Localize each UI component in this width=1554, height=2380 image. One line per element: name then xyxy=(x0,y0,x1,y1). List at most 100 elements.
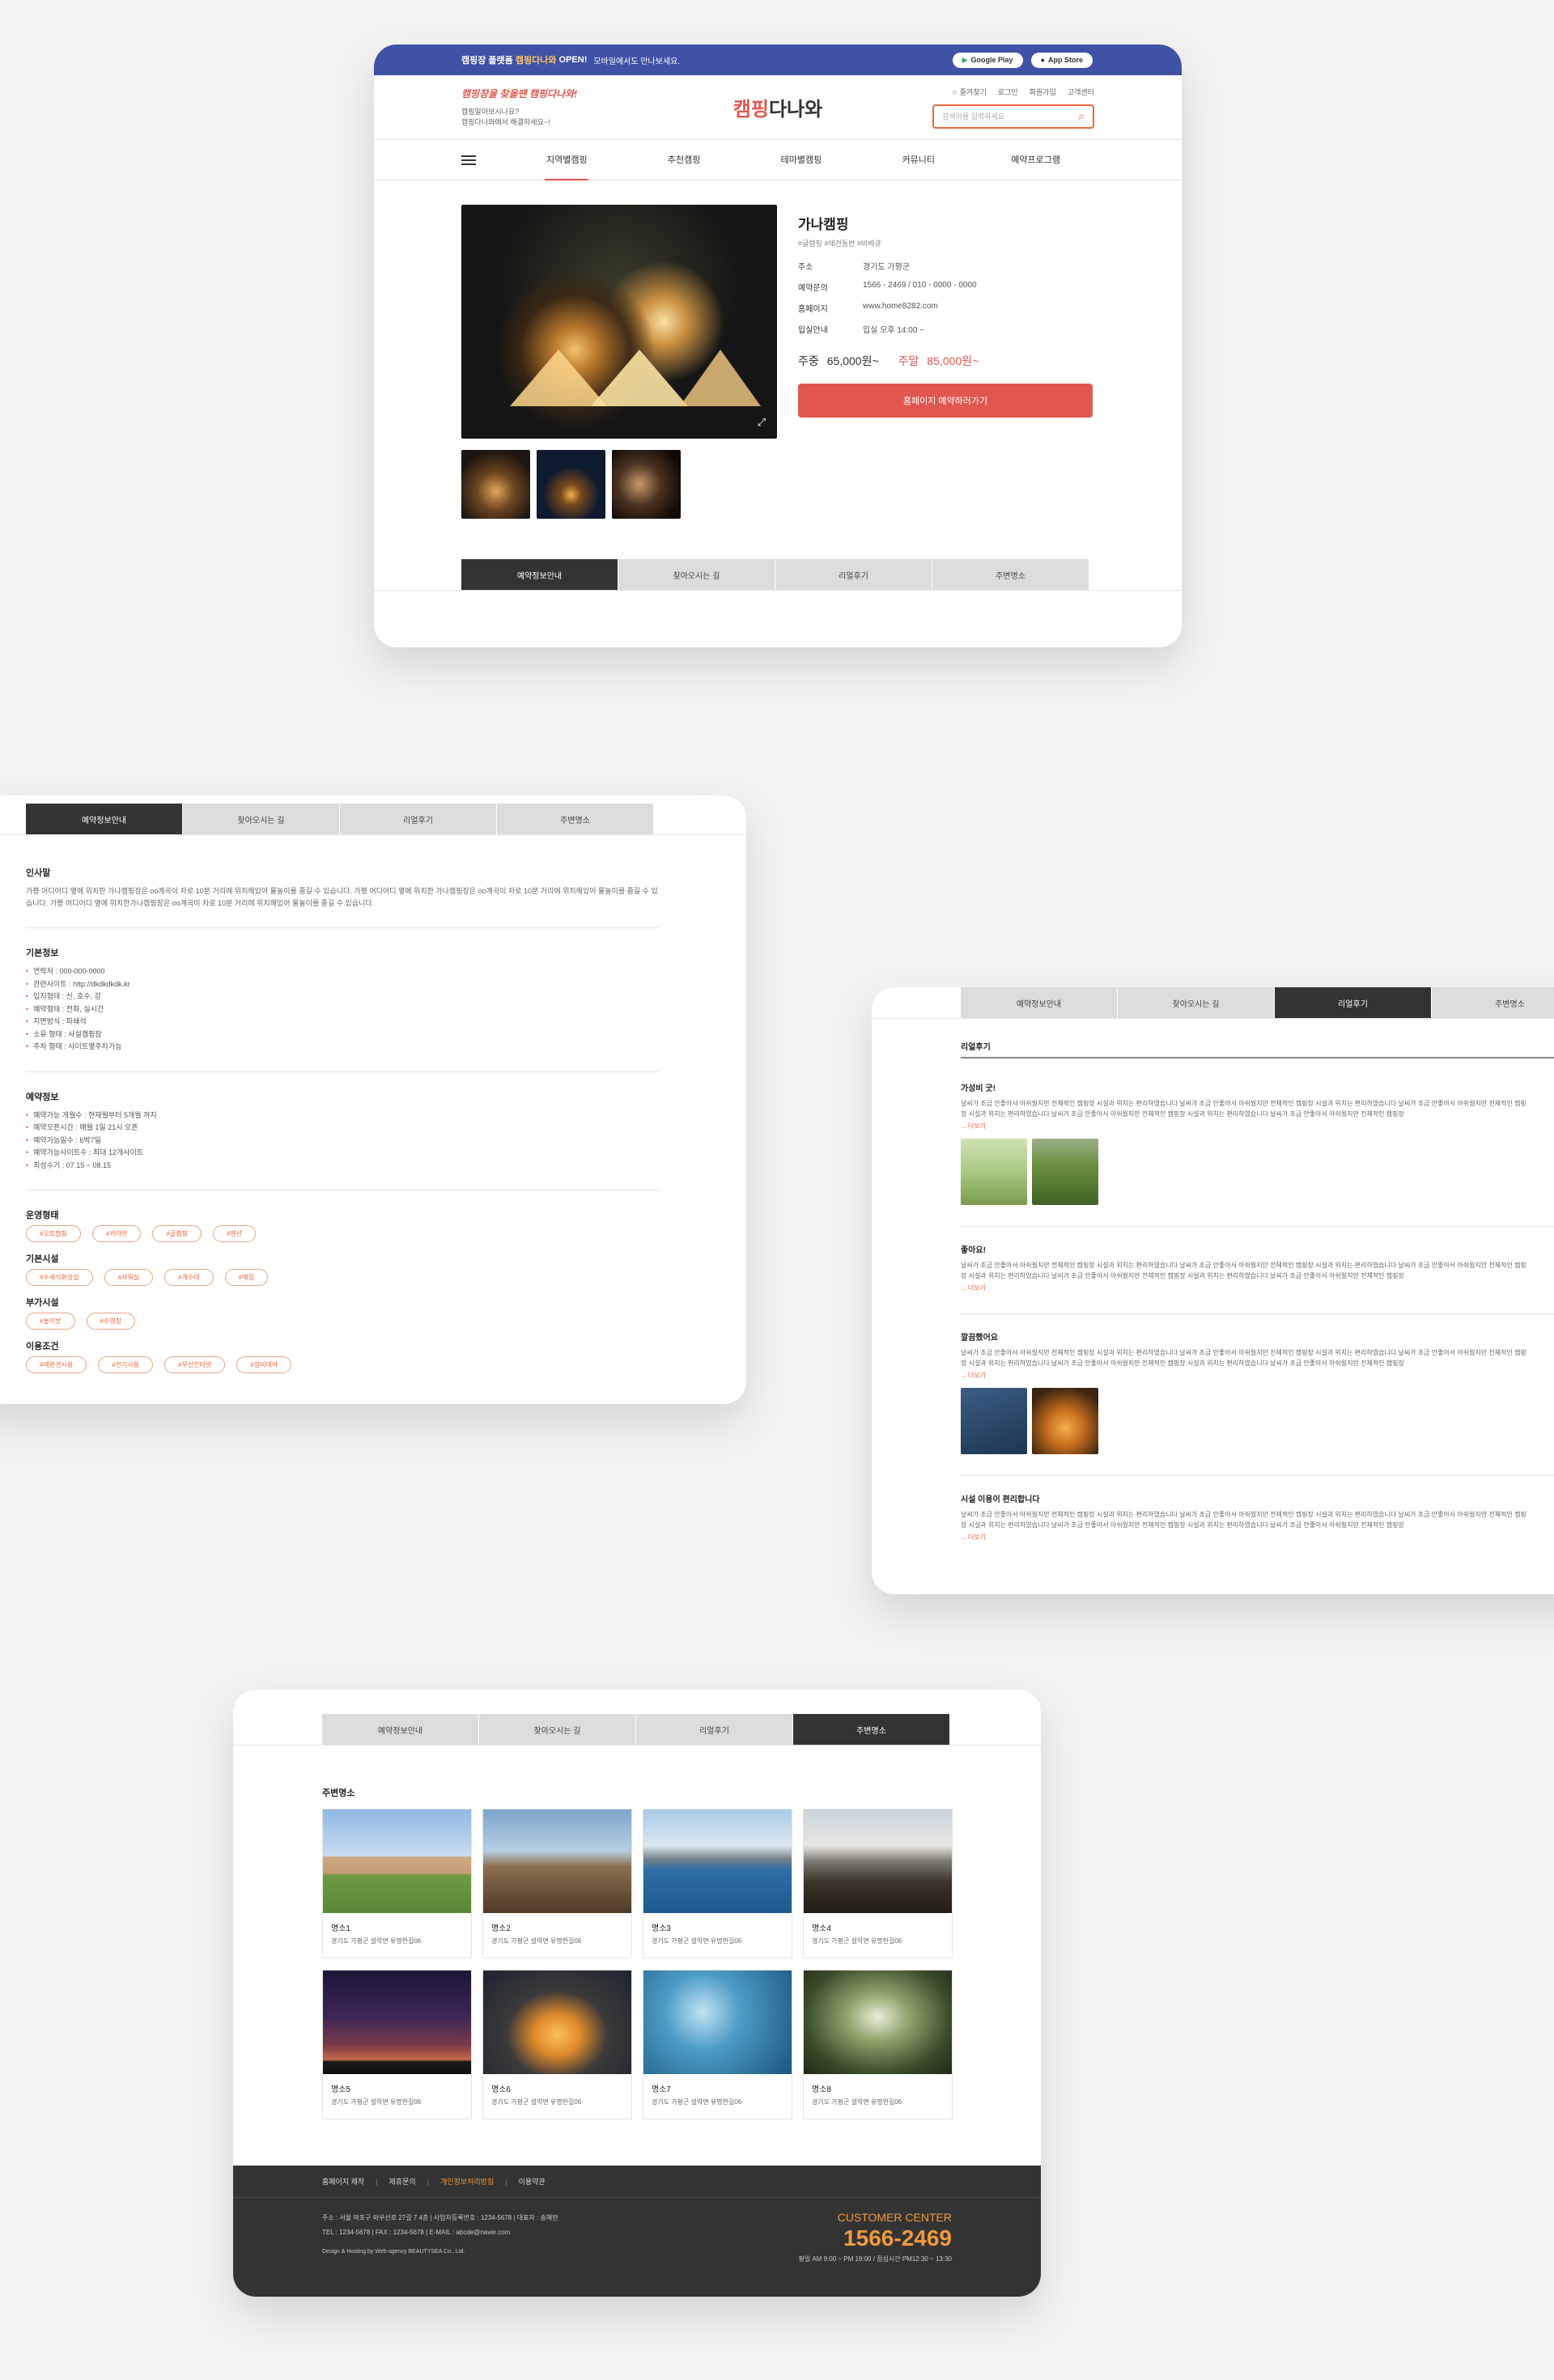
util-login[interactable]: 로그인 xyxy=(998,87,1018,97)
feature-chip[interactable]: #샤워실 xyxy=(104,1269,154,1286)
spot-photo xyxy=(483,1971,631,2074)
app-store-label: App Store xyxy=(1047,56,1083,64)
thumbnail-3[interactable] xyxy=(612,450,681,519)
feature-chip[interactable]: #글램핑 xyxy=(152,1225,202,1242)
tab-nearby[interactable]: 주변명소 xyxy=(497,804,654,834)
site-footer: 홈페이지 제작 | 제휴문의 | 개인정보처리방침 | 이용약관 주소 : 서울 마포… xyxy=(233,2166,1041,2297)
weekend-label: 주말 xyxy=(898,354,919,367)
feature-chip[interactable]: #장비대여 xyxy=(236,1356,292,1373)
site-logo[interactable]: 캠핑다나와 xyxy=(733,93,822,121)
review-title: 시설 이용이 편리합니다 xyxy=(961,1495,1040,1504)
tab-nearby[interactable]: 주변명소 xyxy=(932,559,1089,590)
feature-chip[interactable]: #개수대 xyxy=(164,1269,214,1286)
book-button[interactable]: 홈페이지 예약하러가기 xyxy=(798,384,1093,418)
review-photo[interactable] xyxy=(961,1388,1027,1454)
nearby-spot[interactable]: 명소3 경기도 가평군 설악면 유명한길06 xyxy=(643,1809,792,1958)
greeting-text: 가평 어디어디 옆에 위치한 가나캠핑장은 oo계곡이 차로 10분 거리에 위… xyxy=(26,887,658,907)
feature-chip[interactable]: #놀이방 xyxy=(26,1313,75,1330)
tab-reviews[interactable]: 리얼후기 xyxy=(636,1714,793,1745)
reservation-info-item: 예약오픈시간 : 매월 1일 21시 오픈 xyxy=(26,1122,696,1135)
footer-link[interactable]: 홈페이지 제작 xyxy=(322,2176,364,2187)
spot-address: 경기도 가평군 설악면 유명한길06 xyxy=(491,1937,582,1945)
tab-reservation-info[interactable]: 예약정보안내 xyxy=(961,987,1118,1018)
menu-icon[interactable] xyxy=(461,153,476,168)
nearby-spot[interactable]: 명소2 경기도 가평군 설악면 유명한길06 xyxy=(482,1809,632,1958)
util-support[interactable]: 고객센터 xyxy=(1068,87,1094,97)
tab-directions[interactable]: 찾아오시는 길 xyxy=(618,559,775,590)
footer-link[interactable]: 제휴문의 xyxy=(389,2176,416,2187)
spot-photo xyxy=(323,1971,471,2074)
tab-directions[interactable]: 찾아오시는 길 xyxy=(183,804,340,834)
nav-item-theme[interactable]: 테마별캠핑 xyxy=(743,140,860,180)
feature-chip[interactable]: #매점 xyxy=(224,1269,268,1286)
review-title: 깔끔했어요 xyxy=(961,1334,998,1343)
thumbnail-1[interactable] xyxy=(461,450,530,519)
info-row: 홈페이지 www.home8282.com xyxy=(798,302,938,314)
tab-nearby[interactable]: 주변명소 xyxy=(1432,987,1554,1018)
nearby-spot[interactable]: 명소6 경기도 가평군 설악면 유명한길06 xyxy=(482,1970,632,2119)
nearby-spot[interactable]: 명소8 경기도 가평군 설악면 유명한길06 xyxy=(803,1970,953,2119)
footer-nav: 홈페이지 제작 | 제휴문의 | 개인정보처리방침 | 이용약관 xyxy=(233,2166,1041,2198)
nearby-tabs: 예약정보안내 찾아오시는 길 리얼후기 주변명소 xyxy=(322,1714,1041,1745)
util-signup[interactable]: 회원가입 xyxy=(1030,87,1056,97)
expand-icon[interactable]: ⤢ xyxy=(758,416,766,429)
feature-chip[interactable]: #펜션 xyxy=(212,1225,257,1242)
nav-item-community[interactable]: 커뮤니티 xyxy=(860,140,977,180)
tab-reviews[interactable]: 리얼후기 xyxy=(775,559,932,590)
reservation-info-item: 예약가능일수 : 6박7일 xyxy=(26,1135,696,1148)
nearby-spot[interactable]: 명소1 경기도 가평군 설악면 유명한길06 xyxy=(322,1809,472,1958)
chip-group-title: 부가시설 xyxy=(26,1298,59,1308)
tab-reservation-info[interactable]: 예약정보안내 xyxy=(461,559,618,590)
feature-chip[interactable]: #수세식화장실 xyxy=(26,1269,93,1286)
tab-directions[interactable]: 찾아오시는 길 xyxy=(1118,987,1275,1018)
review-photo[interactable] xyxy=(1032,1388,1098,1454)
more-link[interactable]: ... 더보기 xyxy=(961,1122,1511,1131)
footer-link-privacy[interactable]: 개인정보처리방침 xyxy=(440,2176,494,2187)
util-favorites[interactable]: ☆ 즐겨찾기 xyxy=(951,87,987,97)
nav-item-region[interactable]: 지역별캠핑 xyxy=(508,140,626,180)
spot-name: 명소3 xyxy=(652,1924,671,1933)
reservation-info-item: 예약가능 개월수 : 현재월부터 5개월 까지 xyxy=(26,1109,696,1122)
app-store-button[interactable]: ● App Store xyxy=(1030,52,1093,68)
tab-reviews[interactable]: 리얼후기 xyxy=(340,804,497,834)
more-link[interactable]: ... 더보기 xyxy=(961,1533,1511,1542)
cc-number[interactable]: 1566-2469 xyxy=(798,2225,952,2251)
more-link[interactable]: ... 더보기 xyxy=(961,1283,1511,1292)
spot-name: 명소5 xyxy=(331,2085,350,2094)
tab-nearby[interactable]: 주변명소 xyxy=(793,1714,950,1745)
tab-reservation-info[interactable]: 예약정보안내 xyxy=(322,1714,479,1745)
main-nav: 지역별캠핑 추천캠핑 테마별캠핑 커뮤니티 예약프로그램 xyxy=(374,140,1182,180)
weekday-price: 65,000원~ xyxy=(826,354,879,367)
feature-chip[interactable]: #애완견사용 xyxy=(26,1356,87,1373)
main-camp-photo[interactable]: ⤢ xyxy=(461,205,777,439)
homepage-link[interactable]: www.home8282.com xyxy=(863,302,938,314)
feature-chip[interactable]: #무선인터넷 xyxy=(164,1356,226,1373)
feature-chip[interactable]: #수영장 xyxy=(86,1313,136,1330)
thumbnail-2[interactable] xyxy=(537,450,605,519)
tab-reservation-info[interactable]: 예약정보안내 xyxy=(26,804,183,834)
nearby-spot[interactable]: 명소5 경기도 가평군 설악면 유명한길06 xyxy=(322,1970,472,2119)
nav-item-reservation[interactable]: 예약프로그램 xyxy=(977,140,1094,180)
footer-link[interactable]: 이용약관 xyxy=(519,2176,546,2187)
spot-photo xyxy=(804,1971,952,2074)
nearby-spot[interactable]: 명소7 경기도 가평군 설악면 유명한길06 xyxy=(643,1970,792,2119)
banner-open: OPEN! xyxy=(558,55,588,65)
weekday-label: 주중 xyxy=(798,354,819,367)
tab-reviews[interactable]: 리얼후기 xyxy=(1275,987,1432,1018)
tab-directions[interactable]: 찾아오시는 길 xyxy=(479,1714,636,1745)
review-photo[interactable] xyxy=(1032,1139,1098,1205)
spot-name: 명소1 xyxy=(331,1924,350,1933)
nav-item-recommend[interactable]: 추천캠핑 xyxy=(626,140,743,180)
nearby-grid: 명소1 경기도 가평군 설악면 유명한길06 명소2 경기도 가평군 설악면 유… xyxy=(322,1809,953,2119)
feature-chip[interactable]: #오토캠핑 xyxy=(26,1225,81,1242)
feature-chip[interactable]: #카라반 xyxy=(91,1225,142,1242)
google-play-button[interactable]: ▶ Google Play xyxy=(952,52,1023,68)
search-icon[interactable]: ⌕ xyxy=(1078,109,1085,123)
nearby-spot[interactable]: 명소4 경기도 가평군 설악면 유명한길06 xyxy=(803,1809,953,1958)
more-link[interactable]: ... 더보기 xyxy=(961,1371,1511,1380)
feature-chip[interactable]: #전기사용 xyxy=(98,1356,154,1373)
review-text: 날씨가 조금 안좋아서 아쉬웠지만 전체적인 캠핑장 시설과 위치는 편리하였습… xyxy=(961,1100,1526,1118)
slogan-sub-1: 캠핑알아보시나요? xyxy=(461,108,520,116)
review-photo[interactable] xyxy=(961,1139,1027,1205)
search-input[interactable]: 검색어를 입력하세요 ⌕ xyxy=(932,104,1094,129)
